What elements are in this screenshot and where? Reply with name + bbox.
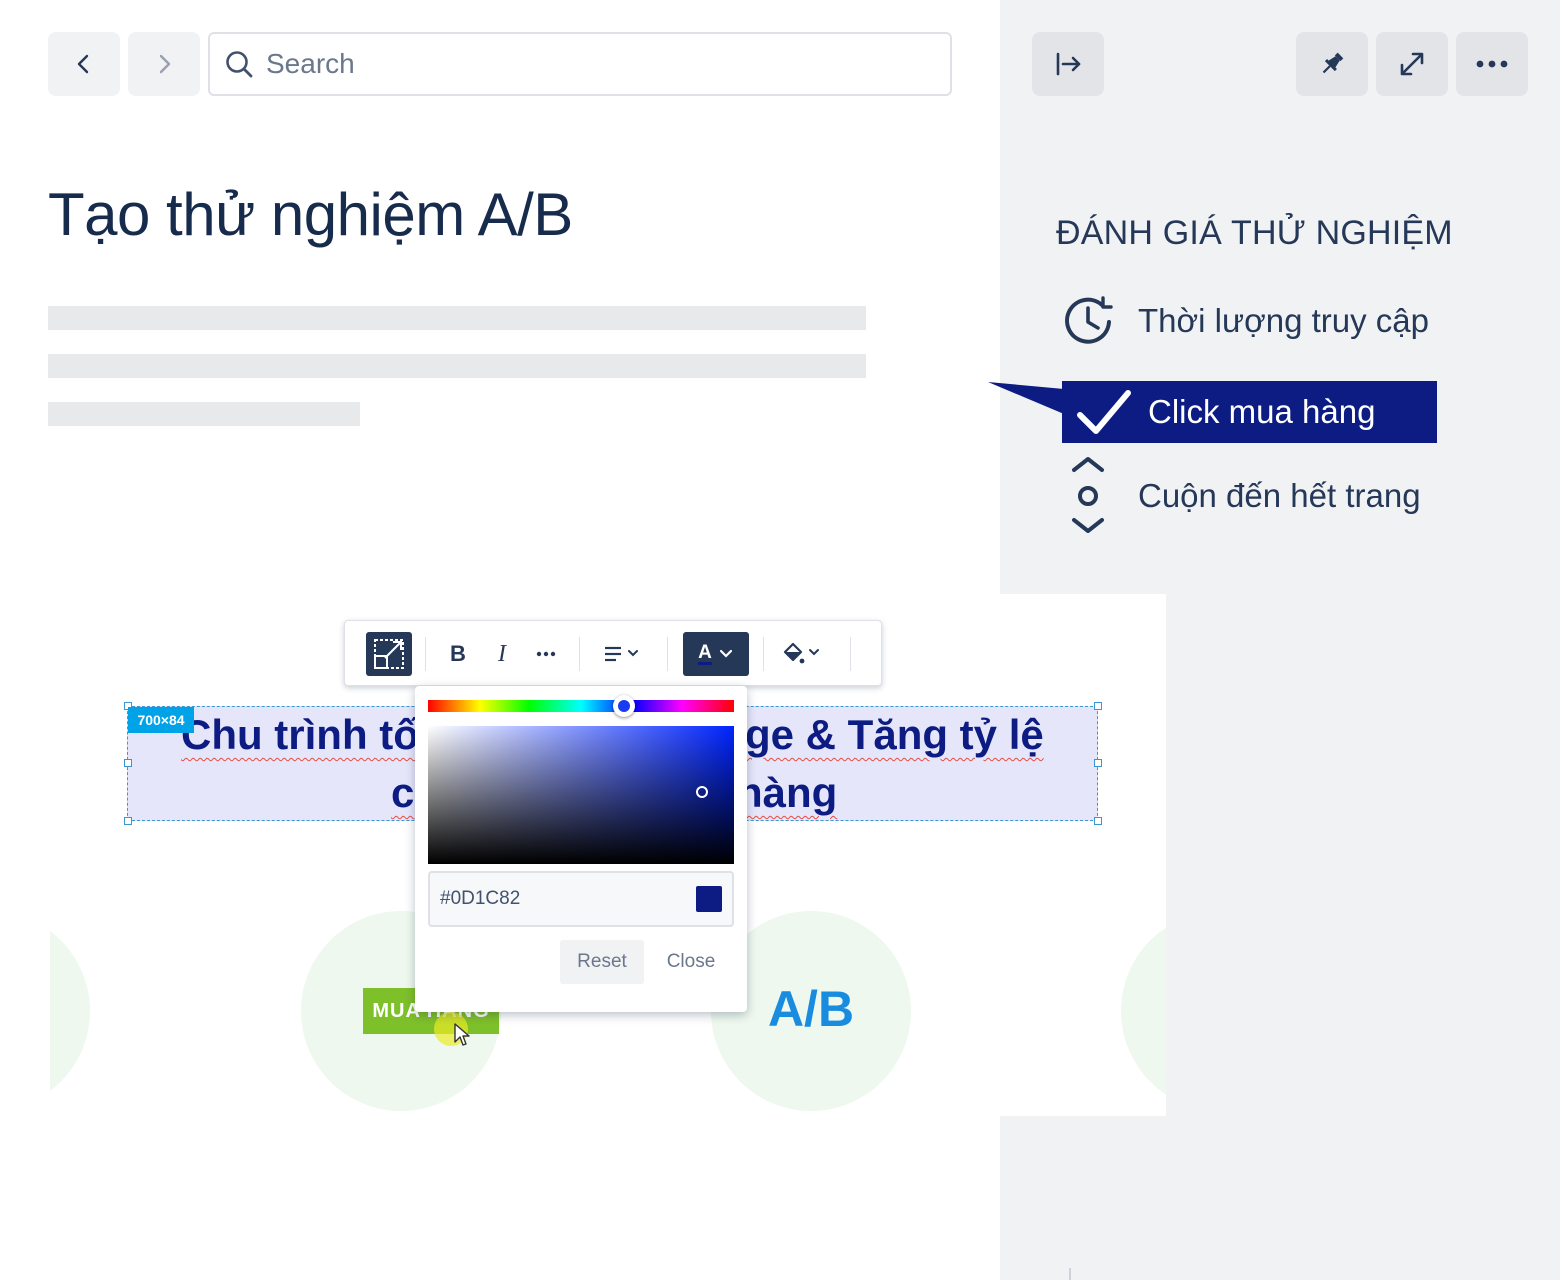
toolbar-separator bbox=[763, 637, 764, 671]
pin-icon bbox=[1322, 52, 1344, 74]
resize-icon bbox=[374, 639, 404, 669]
resize-handle[interactable] bbox=[1094, 817, 1102, 825]
italic-icon: I bbox=[498, 640, 506, 667]
text-format-toolbar: B I A bbox=[344, 620, 882, 686]
skeleton-line bbox=[48, 306, 866, 330]
toolbar-separator bbox=[579, 637, 580, 671]
forward-button[interactable] bbox=[128, 32, 200, 96]
checkmark-icon bbox=[1077, 390, 1131, 434]
more-icon bbox=[1476, 60, 1508, 68]
resize-handle[interactable] bbox=[124, 759, 132, 767]
heading-line1-right: ge & Tăng tỷ lệ bbox=[745, 711, 1044, 758]
bold-button[interactable]: B bbox=[439, 632, 477, 676]
bold-icon: B bbox=[450, 641, 466, 666]
hex-value: #0D1C82 bbox=[440, 888, 521, 909]
more-icon bbox=[536, 651, 556, 657]
metric-item-click-buy[interactable]: Click mua hàng bbox=[1062, 381, 1437, 443]
chevron-down-icon bbox=[719, 649, 732, 658]
mouse-cursor-icon bbox=[454, 1023, 470, 1046]
toolbar-separator bbox=[667, 637, 668, 671]
resize-button[interactable] bbox=[366, 632, 412, 676]
resize-handle[interactable] bbox=[124, 817, 132, 825]
hex-input-field[interactable]: #0D1C82 bbox=[428, 871, 734, 927]
dimension-badge: 700×84 bbox=[128, 707, 194, 733]
collapse-panel-icon bbox=[1056, 52, 1081, 76]
resize-handle[interactable] bbox=[1094, 702, 1102, 710]
expand-button[interactable] bbox=[1376, 32, 1448, 96]
back-button[interactable] bbox=[48, 32, 120, 96]
align-button[interactable] bbox=[597, 632, 649, 676]
search-box[interactable] bbox=[208, 32, 952, 96]
saturation-value-area[interactable] bbox=[428, 726, 734, 864]
skeleton-line bbox=[48, 354, 866, 378]
italic-button[interactable]: I bbox=[483, 632, 521, 676]
close-button[interactable]: Close bbox=[655, 940, 727, 984]
color-picker-popup: #0D1C82 Reset Close bbox=[415, 686, 747, 1012]
metric-item-label: Cuộn đến hết trang bbox=[1138, 477, 1421, 514]
color-selector-handle[interactable] bbox=[696, 786, 708, 798]
scroll-icon bbox=[1072, 457, 1104, 533]
more-button[interactable] bbox=[1456, 32, 1528, 96]
hue-slider[interactable] bbox=[428, 700, 734, 712]
toolbar-separator bbox=[850, 637, 851, 671]
metric-item-duration[interactable]: Thời lượng truy cập bbox=[1062, 294, 1429, 348]
text-color-icon: A bbox=[698, 641, 712, 665]
toolbar-separator bbox=[425, 637, 426, 671]
canvas-circle bbox=[1121, 911, 1166, 1111]
fill-color-button[interactable] bbox=[777, 632, 829, 676]
heading-line2-right: hàng bbox=[737, 769, 838, 816]
page-title: Tạo thử nghiệm A/B bbox=[48, 181, 573, 248]
more-format-button[interactable] bbox=[527, 632, 565, 676]
heading-line2-left: c bbox=[391, 769, 415, 816]
clock-icon bbox=[1065, 296, 1113, 344]
align-icon bbox=[605, 646, 638, 662]
canvas-circle bbox=[50, 911, 90, 1111]
expand-icon bbox=[1400, 52, 1424, 76]
divider bbox=[1069, 1268, 1071, 1280]
pin-button[interactable] bbox=[1296, 32, 1368, 96]
collapse-panel-button[interactable] bbox=[1032, 32, 1104, 96]
search-icon bbox=[226, 51, 253, 78]
reset-button[interactable]: Reset bbox=[560, 940, 644, 984]
resize-handle[interactable] bbox=[1094, 759, 1102, 767]
color-swatch bbox=[696, 886, 722, 912]
panel-heading: ĐÁNH GIÁ THỬ NGHIỆM bbox=[1056, 214, 1453, 252]
text-color-button[interactable]: A bbox=[683, 632, 749, 676]
skeleton-line bbox=[48, 402, 360, 426]
pointer-tail bbox=[988, 382, 1064, 414]
hue-slider-handle[interactable] bbox=[613, 695, 635, 717]
chevron-right-icon bbox=[159, 54, 171, 74]
metric-item-label: Thời lượng truy cập bbox=[1138, 302, 1429, 339]
metric-item-label: Click mua hàng bbox=[1148, 393, 1376, 430]
metric-item-scroll[interactable]: Cuộn đến hết trang bbox=[1062, 456, 1421, 536]
fill-color-icon bbox=[783, 642, 819, 664]
heading-line1-left: Chu trình tố bbox=[181, 711, 419, 758]
chevron-left-icon bbox=[77, 54, 89, 74]
search-input[interactable] bbox=[266, 48, 906, 80]
